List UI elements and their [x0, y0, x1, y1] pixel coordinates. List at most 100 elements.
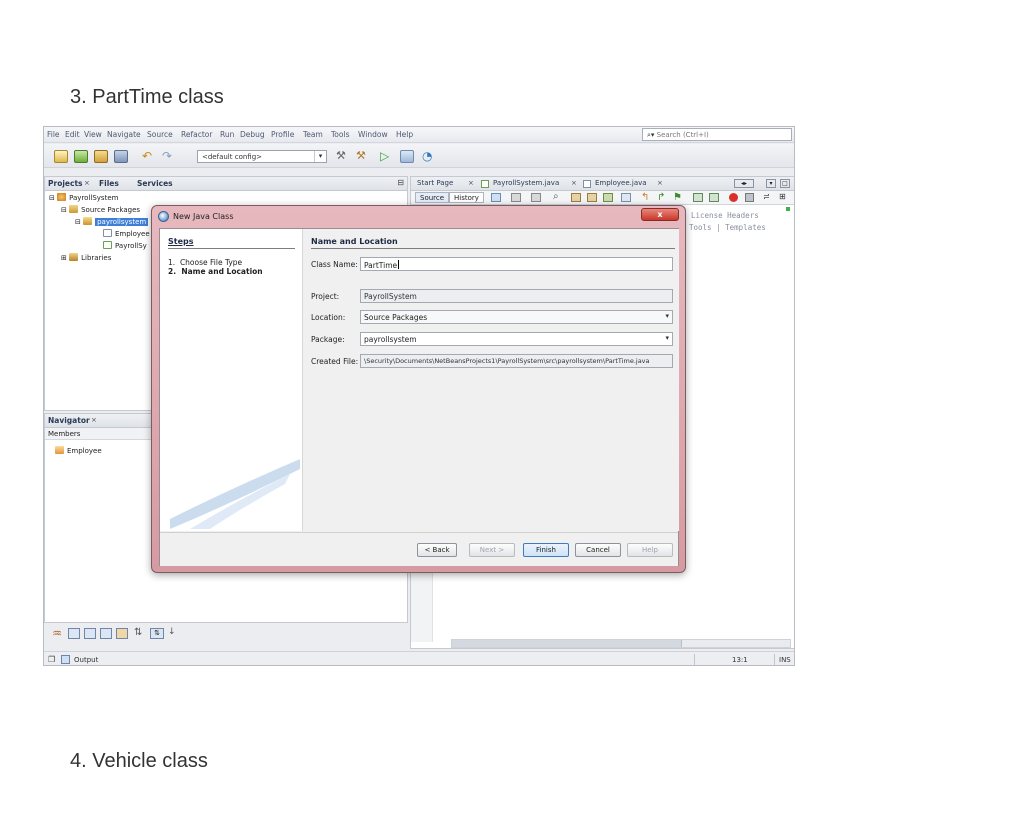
config-select[interactable]: <default config> ▾: [197, 150, 327, 163]
new-project-icon[interactable]: [74, 150, 88, 163]
profile-icon[interactable]: ◔: [422, 150, 436, 163]
menu-edit[interactable]: Edit: [65, 130, 80, 139]
editor-horizontal-scrollbar[interactable]: [451, 639, 791, 648]
menu-tools[interactable]: Tools: [331, 130, 349, 139]
show-static-icon[interactable]: [84, 628, 96, 639]
show-inherited-icon[interactable]: [100, 628, 112, 639]
location-label: Location:: [311, 313, 346, 322]
tab-start-page[interactable]: Start Page: [417, 179, 453, 187]
new-file-icon[interactable]: [54, 150, 68, 163]
scroll-tabs-icon[interactable]: ◂▸: [734, 179, 754, 188]
comment-icon[interactable]: ≓: [763, 192, 770, 201]
cancel-button[interactable]: Cancel: [575, 543, 621, 557]
maximize-icon[interactable]: □: [780, 179, 790, 188]
menu-team[interactable]: Team: [303, 130, 323, 139]
menu-debug[interactable]: Debug: [240, 130, 265, 139]
tab-services[interactable]: Services: [137, 179, 173, 188]
source-view-button[interactable]: Source: [415, 192, 450, 203]
toggle-highlight-icon[interactable]: [603, 193, 613, 202]
chevron-down-icon[interactable]: ▾: [766, 179, 776, 188]
show-fields-icon[interactable]: [68, 628, 80, 639]
tab-projects[interactable]: Projects: [48, 179, 83, 188]
finish-button[interactable]: Finish: [523, 543, 569, 557]
minimize-icon[interactable]: ⊟: [397, 178, 404, 187]
close-icon[interactable]: ⨯: [657, 179, 663, 187]
tree-libraries[interactable]: ⊞ Libraries: [61, 253, 111, 262]
save-all-icon[interactable]: [114, 150, 128, 163]
sort-icon[interactable]: ⇅: [134, 627, 142, 638]
tab-payrollsystem-java[interactable]: PayrollSystem.java: [493, 179, 559, 187]
build-hammer-icon[interactable]: ⚒: [336, 150, 350, 163]
menu-bar: File Edit View Navigate Source Refactor …: [44, 127, 794, 143]
restore-window-icon[interactable]: ❐: [48, 655, 55, 664]
editor-toolbar: Source History ⌕ ↰ ↱ ⚑ ≓ ⊞: [411, 191, 794, 205]
menu-file[interactable]: File: [47, 130, 60, 139]
close-button[interactable]: x: [641, 208, 679, 221]
open-project-icon[interactable]: [94, 150, 108, 163]
tree-source-packages[interactable]: ⊟ Source Packages: [61, 205, 140, 214]
undo-icon[interactable]: ↶: [142, 150, 156, 163]
back-button[interactable]: < Back: [417, 543, 457, 557]
next-button[interactable]: Next >: [469, 543, 515, 557]
menu-navigate[interactable]: Navigate: [107, 130, 141, 139]
document-heading-vehicle: 4. Vehicle class: [70, 750, 208, 772]
filter-icon[interactable]: ♒: [52, 627, 62, 640]
shift-right-icon[interactable]: [709, 193, 719, 202]
close-icon[interactable]: ⨯: [91, 416, 97, 424]
location-select[interactable]: Source Packages ▾: [360, 310, 673, 324]
menu-view[interactable]: View: [84, 130, 102, 139]
menu-help[interactable]: Help: [396, 130, 413, 139]
uncomment-icon[interactable]: ⊞: [779, 192, 786, 201]
forward-icon[interactable]: [531, 193, 541, 202]
find-icon[interactable]: ⌕: [553, 191, 559, 202]
find-previous-icon[interactable]: [571, 193, 581, 202]
close-icon[interactable]: ⨯: [468, 179, 474, 187]
stop-macro-icon[interactable]: [745, 193, 754, 202]
navigator-item-employee[interactable]: Employee: [55, 446, 102, 455]
menu-refactor[interactable]: Refactor: [181, 130, 212, 139]
find-next-icon[interactable]: [587, 193, 597, 202]
insert-mode: INS: [779, 656, 791, 664]
scrollbar-thumb[interactable]: [452, 640, 682, 647]
steps-divider: [168, 248, 295, 249]
last-edit-icon[interactable]: [491, 193, 501, 202]
help-button[interactable]: Help: [627, 543, 673, 557]
package-value: payrollsystem: [364, 335, 417, 344]
start-macro-icon[interactable]: [729, 193, 738, 202]
menu-run[interactable]: Run: [220, 130, 234, 139]
menu-source[interactable]: Source: [147, 130, 173, 139]
clean-build-icon[interactable]: ⚒: [356, 150, 370, 163]
tab-navigator[interactable]: Navigator: [48, 416, 90, 425]
code-line-license[interactable]: License Headers: [691, 211, 759, 220]
next-bookmark-icon[interactable]: ↱: [657, 192, 665, 203]
back-icon[interactable]: [511, 193, 521, 202]
run-icon[interactable]: ▷: [380, 150, 394, 163]
java-file-icon: [103, 229, 112, 237]
sort-name-icon[interactable]: ⇅: [150, 628, 164, 639]
class-name-input[interactable]: PartTime: [360, 257, 673, 271]
menu-profile[interactable]: Profile: [271, 130, 294, 139]
close-icon[interactable]: ⨯: [571, 179, 577, 187]
sort-az-icon[interactable]: ↓: [168, 627, 176, 637]
tree-file-employee[interactable]: Employee: [103, 229, 150, 238]
history-view-button[interactable]: History: [449, 192, 484, 203]
close-icon[interactable]: ⨯: [84, 179, 90, 187]
search-input[interactable]: ⌕▾ Search (Ctrl+I): [642, 128, 792, 141]
redo-icon[interactable]: ↷: [162, 150, 176, 163]
toggle-rect-select-icon[interactable]: [621, 193, 631, 202]
package-icon: [83, 217, 93, 225]
show-non-public-icon[interactable]: [116, 628, 128, 639]
tree-file-payrollsystem[interactable]: PayrollSy: [103, 241, 147, 250]
tab-files[interactable]: Files: [99, 179, 119, 188]
shift-left-icon[interactable]: [693, 193, 703, 202]
package-select[interactable]: payrollsystem ▾: [360, 332, 673, 346]
debug-icon[interactable]: [400, 150, 414, 163]
toggle-bookmark-icon[interactable]: ⚑: [673, 192, 682, 203]
tree-project[interactable]: ⊟ PayrollSystem: [49, 193, 118, 202]
tree-package[interactable]: ⊟ payrollsystem: [75, 217, 149, 226]
menu-window[interactable]: Window: [358, 130, 388, 139]
code-line-templates[interactable]: Tools | Templates: [689, 223, 766, 232]
tab-employee-java[interactable]: Employee.java: [595, 179, 647, 187]
output-tab[interactable]: Output: [74, 656, 98, 664]
prev-bookmark-icon[interactable]: ↰: [641, 192, 649, 203]
